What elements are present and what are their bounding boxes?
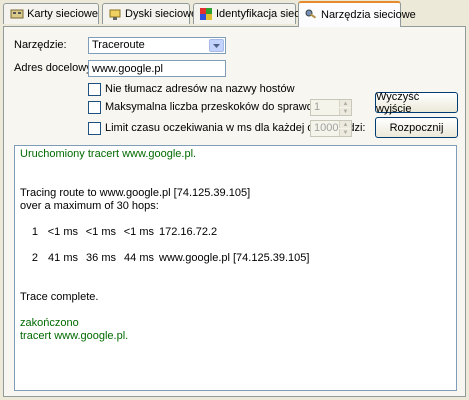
log-tracing: Tracing route to www.google.pl [74.125.3… [20, 187, 251, 199]
tab-label: Narzędzia sieciowe [321, 9, 416, 21]
network-card-icon [9, 6, 24, 22]
network-id-icon [199, 6, 213, 22]
log-hop: 1 <1 ms <1 ms <1 ms 172.16.72.2 [31, 226, 218, 238]
max-hops-value: 1 [314, 101, 321, 113]
log-finished-cmd: tracert www.google.pl. [20, 330, 129, 342]
network-drive-icon [108, 6, 122, 22]
timeout-spinner[interactable]: 1000 ▲ ▼ [310, 120, 352, 137]
tab-strip: Karty sieciowe Dyski sieciowe Identyfika… [0, 0, 469, 27]
spin-down-icon[interactable]: ▼ [339, 108, 351, 115]
output-log[interactable]: Uruchomiony tracert www.google.pl. Traci… [14, 145, 457, 391]
log-hop: 2 41 ms 36 ms 44 ms www.google.pl [74.12… [31, 252, 310, 264]
tool-label: Narzędzie: [14, 39, 67, 51]
no-resolve-checkbox[interactable] [88, 83, 101, 96]
network-tools-icon [304, 7, 318, 23]
spin-down-icon[interactable]: ▼ [339, 129, 351, 136]
tab-identyfikacja-sieci[interactable]: Identyfikacja sieci [193, 3, 302, 24]
max-hops-spinner[interactable]: 1 ▲ ▼ [310, 99, 352, 116]
address-label: Adres docelowy: [14, 62, 95, 74]
timeout-value: 1000 [314, 122, 339, 134]
tool-select[interactable]: Traceroute [88, 37, 226, 54]
tool-select-value: Traceroute [92, 39, 145, 51]
tab-label: Karty sieciowe [27, 8, 98, 20]
no-resolve-label: Nie tłumacz adresów na nazwy hostów [105, 83, 295, 95]
log-max-hops: over a maximum of 30 hops: [20, 200, 159, 212]
start-button[interactable]: Rozpocznij [375, 117, 458, 138]
log-started: Uruchomiony tracert www.google.pl. [20, 148, 197, 160]
log-finished: zakończono [20, 317, 79, 329]
spin-up-icon[interactable]: ▲ [339, 100, 351, 107]
tab-karty-sieciowe[interactable]: Karty sieciowe [3, 3, 99, 24]
log-complete: Trace complete. [20, 291, 99, 303]
timeout-checkbox[interactable] [88, 122, 101, 135]
tab-dyski-sieciowe[interactable]: Dyski sieciowe [102, 3, 197, 24]
tab-narzedzia-sieciowe[interactable]: Narzędzia sieciowe [298, 1, 416, 27]
network-tools-panel: Narzędzie: Traceroute Adres docelowy: Ni… [3, 26, 466, 397]
address-input[interactable] [88, 60, 226, 77]
spin-up-icon[interactable]: ▲ [339, 121, 351, 128]
max-hops-label: Maksymalna liczba przeskoków do sprawdze… [105, 101, 343, 113]
tab-label: Identyfikacja sieci [216, 8, 303, 20]
max-hops-checkbox[interactable] [88, 101, 101, 114]
tab-label: Dyski sieciowe [125, 8, 198, 20]
chevron-down-icon[interactable] [209, 39, 224, 52]
clear-output-button[interactable]: Wyczyść wyjście [375, 91, 458, 115]
